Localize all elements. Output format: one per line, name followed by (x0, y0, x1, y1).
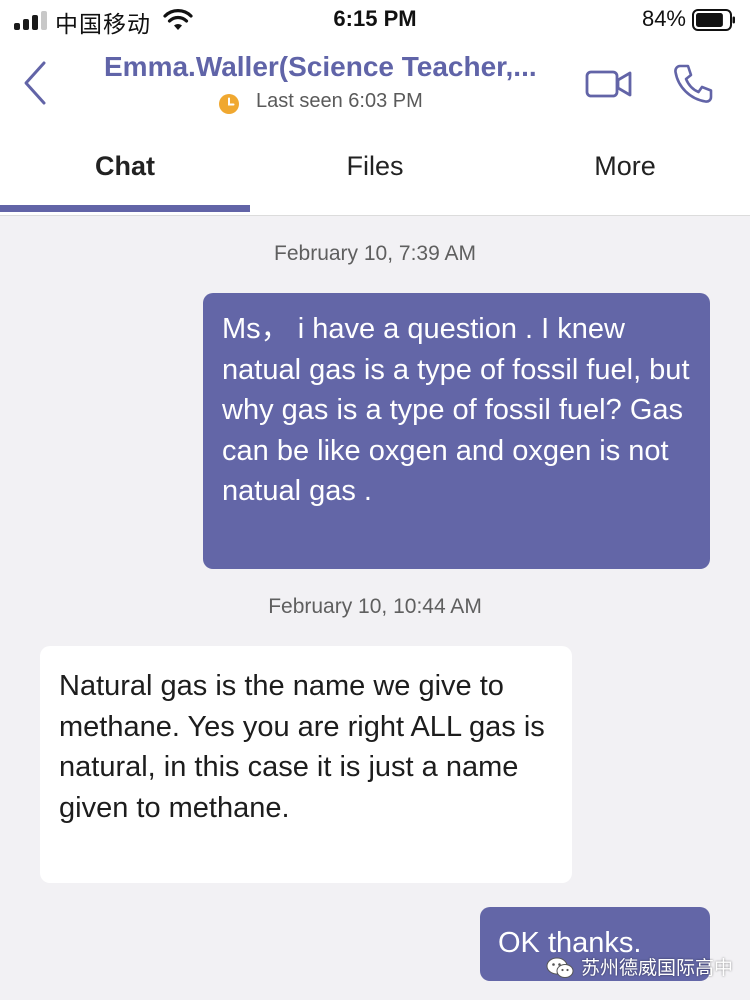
message-timestamp: February 10, 10:44 AM (268, 595, 482, 618)
active-tab-indicator (0, 205, 250, 212)
phone-icon[interactable] (672, 62, 714, 106)
tab-bar: Chat Files More (0, 135, 750, 216)
clock-time: 6:15 PM (333, 6, 417, 31)
tab-more[interactable]: More (500, 135, 750, 207)
status-bar: 中国移动 6:15 PM 84% (0, 0, 750, 40)
contact-name[interactable]: Emma.Waller(Science Teacher,... (104, 51, 574, 83)
chat-header: Emma.Waller(Science Teacher,... Last see… (0, 40, 750, 135)
battery-percentage: 84% (641, 6, 686, 31)
message-timestamp: February 10, 7:39 AM (274, 242, 476, 265)
outgoing-message[interactable]: Ms， i have a question . I knew natual ga… (203, 293, 710, 569)
clock-icon (219, 94, 239, 114)
tab-chat[interactable]: Chat (0, 135, 250, 207)
tab-files[interactable]: Files (250, 135, 500, 207)
incoming-message[interactable]: Natural gas is the name we give to metha… (40, 646, 572, 883)
battery-icon (692, 9, 735, 31)
watermark-text: 苏州德威国际高中 (581, 958, 734, 979)
back-chevron-icon[interactable] (14, 58, 54, 108)
video-camera-icon[interactable] (585, 66, 635, 102)
presence-status: Last seen 6:03 PM (256, 90, 423, 112)
wechat-icon (546, 957, 574, 978)
